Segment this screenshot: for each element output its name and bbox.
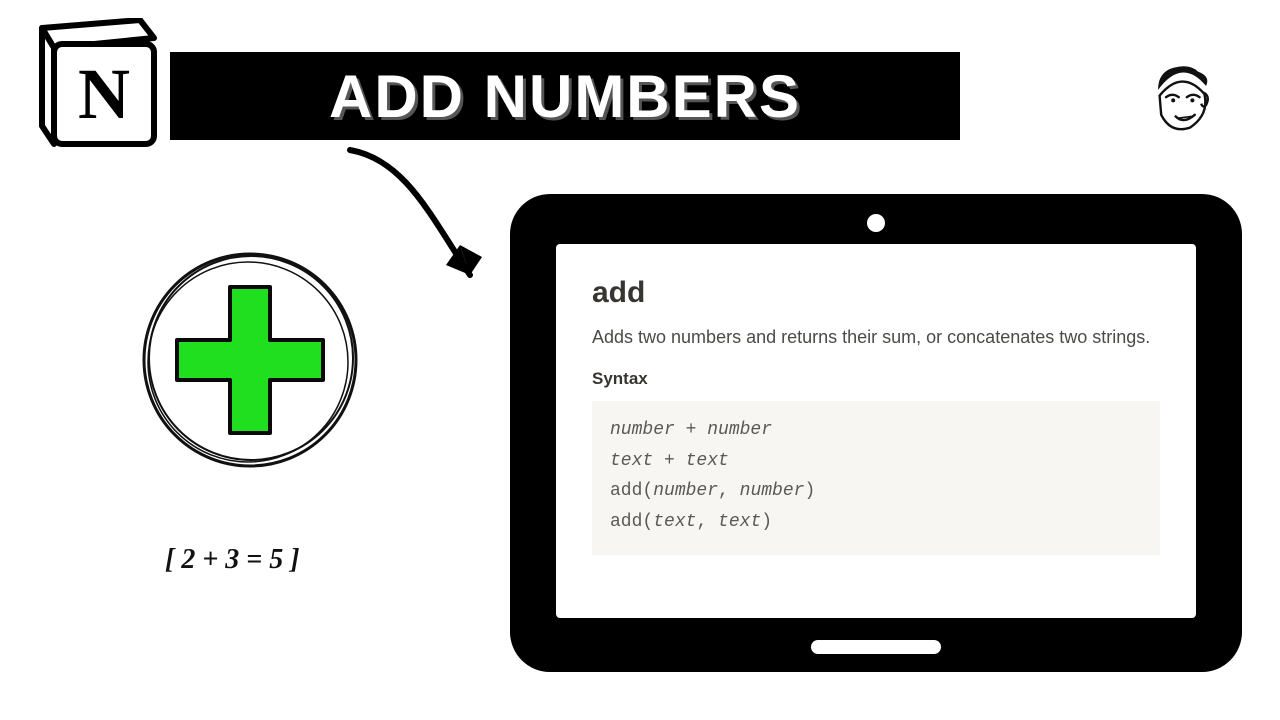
plus-icon: [135, 245, 365, 475]
page-title: ADD NUMBERS: [329, 62, 801, 131]
code-line: text + text: [610, 446, 1142, 477]
code-line: add(text, text): [610, 507, 1142, 538]
notion-logo-icon: N: [20, 18, 160, 158]
code-line: number + number: [610, 415, 1142, 446]
doc-syntax-label: Syntax: [592, 369, 1160, 389]
tablet-camera-icon: [867, 214, 885, 232]
equation-text: [ 2 + 3 = 5 ]: [165, 544, 300, 576]
code-line: add(number, number): [610, 476, 1142, 507]
avatar-icon: [1142, 62, 1222, 142]
tablet-home-indicator: [811, 640, 941, 654]
doc-title: add: [592, 276, 1160, 310]
title-bar: ADD NUMBERS: [170, 52, 960, 140]
syntax-code-block: number + number text + text add(number, …: [592, 401, 1160, 555]
doc-panel: add Adds two numbers and returns their s…: [556, 244, 1196, 618]
tablet-frame: add Adds two numbers and returns their s…: [510, 194, 1242, 672]
doc-description: Adds two numbers and returns their sum, …: [592, 324, 1160, 351]
notion-letter: N: [78, 54, 130, 134]
